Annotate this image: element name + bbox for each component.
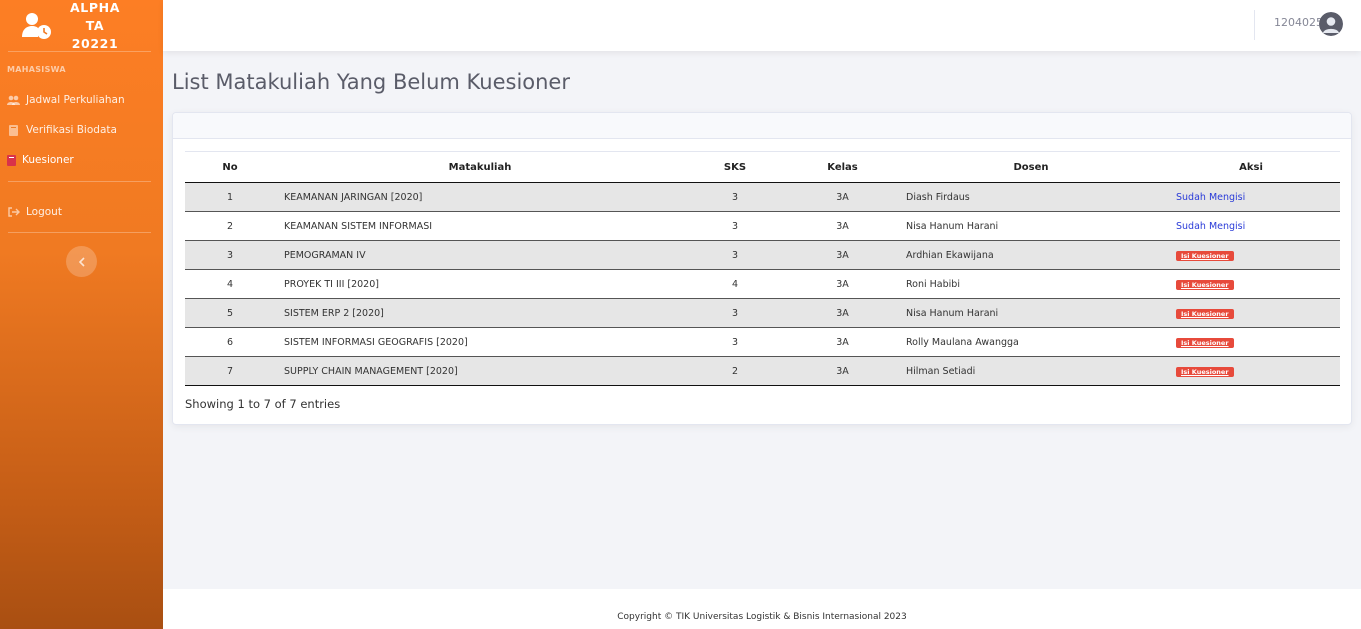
cell-matakuliah: SUPPLY CHAIN MANAGEMENT [2020] [275,356,685,386]
table-row: 7 SUPPLY CHAIN MANAGEMENT [2020] 2 3A Hi… [185,356,1340,386]
sign-out-icon [7,207,20,218]
cell-matakuliah: KEAMANAN SISTEM INFORMASI [275,211,685,241]
cell-sks: 4 [685,269,785,299]
cell-dosen: Roni Habibi [900,269,1162,299]
cell-matakuliah: PEMOGRAMAN IV [275,240,685,270]
sidebar-item-verifikasi[interactable]: Verifikasi Biodata [0,115,163,145]
cell-no: 2 [185,211,275,241]
course-card: No Matakuliah SKS Kelas Dosen Aksi 1 KEA… [172,112,1352,425]
cell-dosen: Hilman Setiadi [900,356,1162,386]
sidebar-item-kuesioner[interactable]: Kuesioner [0,145,163,175]
sidebar-item-label: Kuesioner [22,154,74,166]
cell-aksi: Sudah Mengisi [1162,211,1340,241]
footer: Copyright © TIK Universitas Logistik & B… [163,589,1361,629]
cell-kelas: 3A [785,182,900,212]
sidebar-item-jadwal[interactable]: Jadwal Perkuliahan [0,85,163,115]
cell-aksi: Sudah Mengisi [1162,182,1340,212]
topbar-divider [1254,10,1255,40]
table-row: 5 SISTEM ERP 2 [2020] 3 3A Nisa Hanum Ha… [185,298,1340,328]
page-title: List Matakuliah Yang Belum Kuesioner [172,70,570,94]
table-wrapper: No Matakuliah SKS Kelas Dosen Aksi 1 KEA… [185,151,1340,386]
cell-matakuliah: SISTEM ERP 2 [2020] [275,298,685,328]
user-avatar-icon [1319,12,1343,36]
cell-matakuliah: KEAMANAN JARINGAN [2020] [275,182,685,212]
cell-kelas: 3A [785,269,900,299]
table-row: 4 PROYEK TI III [2020] 4 3A Roni Habibi … [185,269,1340,299]
sidebar-divider [8,232,151,233]
cell-sks: 3 [685,211,785,241]
isi-kuesioner-button[interactable]: Isi Kuesioner [1176,308,1234,319]
sidebar: ALPHA TA 20221 MAHASISWA Jadwal Perkulia… [0,0,163,629]
user-clock-icon [20,11,54,41]
cell-kelas: 3A [785,298,900,328]
cell-no: 5 [185,298,275,328]
sidebar-item-label: Verifikasi Biodata [26,124,117,136]
cell-aksi: Isi Kuesioner [1162,298,1340,328]
col-header-matakuliah[interactable]: Matakuliah [275,151,685,183]
avatar[interactable] [1319,12,1343,36]
sidebar-toggle-button[interactable] [66,246,97,277]
course-table: No Matakuliah SKS Kelas Dosen Aksi 1 KEA… [185,151,1340,386]
col-header-no[interactable]: No [185,151,275,183]
cell-matakuliah: SISTEM INFORMASI GEOGRAFIS [2020] [275,327,685,357]
cell-no: 3 [185,240,275,270]
book-icon [7,154,16,166]
cell-kelas: 3A [785,211,900,241]
col-header-aksi[interactable]: Aksi [1162,151,1340,183]
table-row: 1 KEAMANAN JARINGAN [2020] 3 3A Diash Fi… [185,182,1340,212]
cell-kelas: 3A [785,356,900,386]
table-row: 6 SISTEM INFORMASI GEOGRAFIS [2020] 3 3A… [185,327,1340,357]
isi-kuesioner-button[interactable]: Isi Kuesioner [1176,337,1234,348]
isi-kuesioner-button[interactable]: Isi Kuesioner [1176,250,1234,261]
brand-line2: TA 20221 [71,17,119,51]
cell-matakuliah: PROYEK TI III [2020] [275,269,685,299]
chevron-left-icon [78,252,86,271]
sudah-mengisi-link[interactable]: Sudah Mengisi [1176,221,1245,232]
logout-label: Logout [26,206,62,218]
table-info: Showing 1 to 7 of 7 entries [185,397,341,411]
book-icon [7,124,20,136]
cell-sks: 3 [685,182,785,212]
cell-sks: 3 [685,327,785,357]
cell-aksi: Isi Kuesioner [1162,269,1340,299]
brand[interactable]: ALPHA TA 20221 [0,0,163,51]
sudah-mengisi-link[interactable]: Sudah Mengisi [1176,192,1245,203]
cell-aksi: Isi Kuesioner [1162,327,1340,357]
cell-sks: 3 [685,240,785,270]
brand-line1: ALPHA [70,0,120,15]
cell-dosen: Nisa Hanum Harani [900,211,1162,241]
card-header [173,113,1351,139]
user-id[interactable]: 1204025 [1274,16,1323,29]
cell-no: 4 [185,269,275,299]
cell-aksi: Isi Kuesioner [1162,356,1340,386]
cell-no: 1 [185,182,275,212]
sidebar-heading: MAHASISWA [7,65,66,74]
cell-sks: 3 [685,298,785,328]
table-row: 3 PEMOGRAMAN IV 3 3A Ardhian Ekawijana I… [185,240,1340,270]
isi-kuesioner-button[interactable]: Isi Kuesioner [1176,366,1234,377]
sidebar-item-label: Jadwal Perkuliahan [26,94,125,106]
cell-dosen: Ardhian Ekawijana [900,240,1162,270]
col-header-dosen[interactable]: Dosen [900,151,1162,183]
logout-link[interactable]: Logout [0,202,163,222]
isi-kuesioner-button[interactable]: Isi Kuesioner [1176,279,1234,290]
cell-sks: 2 [685,356,785,386]
col-header-kelas[interactable]: Kelas [785,151,900,183]
cell-aksi: Isi Kuesioner [1162,240,1340,270]
cell-kelas: 3A [785,327,900,357]
table-row: 2 KEAMANAN SISTEM INFORMASI 3 3A Nisa Ha… [185,211,1340,241]
topbar: 1204025 [163,0,1361,51]
cell-dosen: Nisa Hanum Harani [900,298,1162,328]
cell-dosen: Rolly Maulana Awangga [900,327,1162,357]
cell-no: 6 [185,327,275,357]
cell-kelas: 3A [785,240,900,270]
cell-dosen: Diash Firdaus [900,182,1162,212]
users-icon [7,95,20,106]
copyright-text: Copyright © TIK Universitas Logistik & B… [617,612,907,622]
cell-no: 7 [185,356,275,386]
col-header-sks[interactable]: SKS [685,151,785,183]
